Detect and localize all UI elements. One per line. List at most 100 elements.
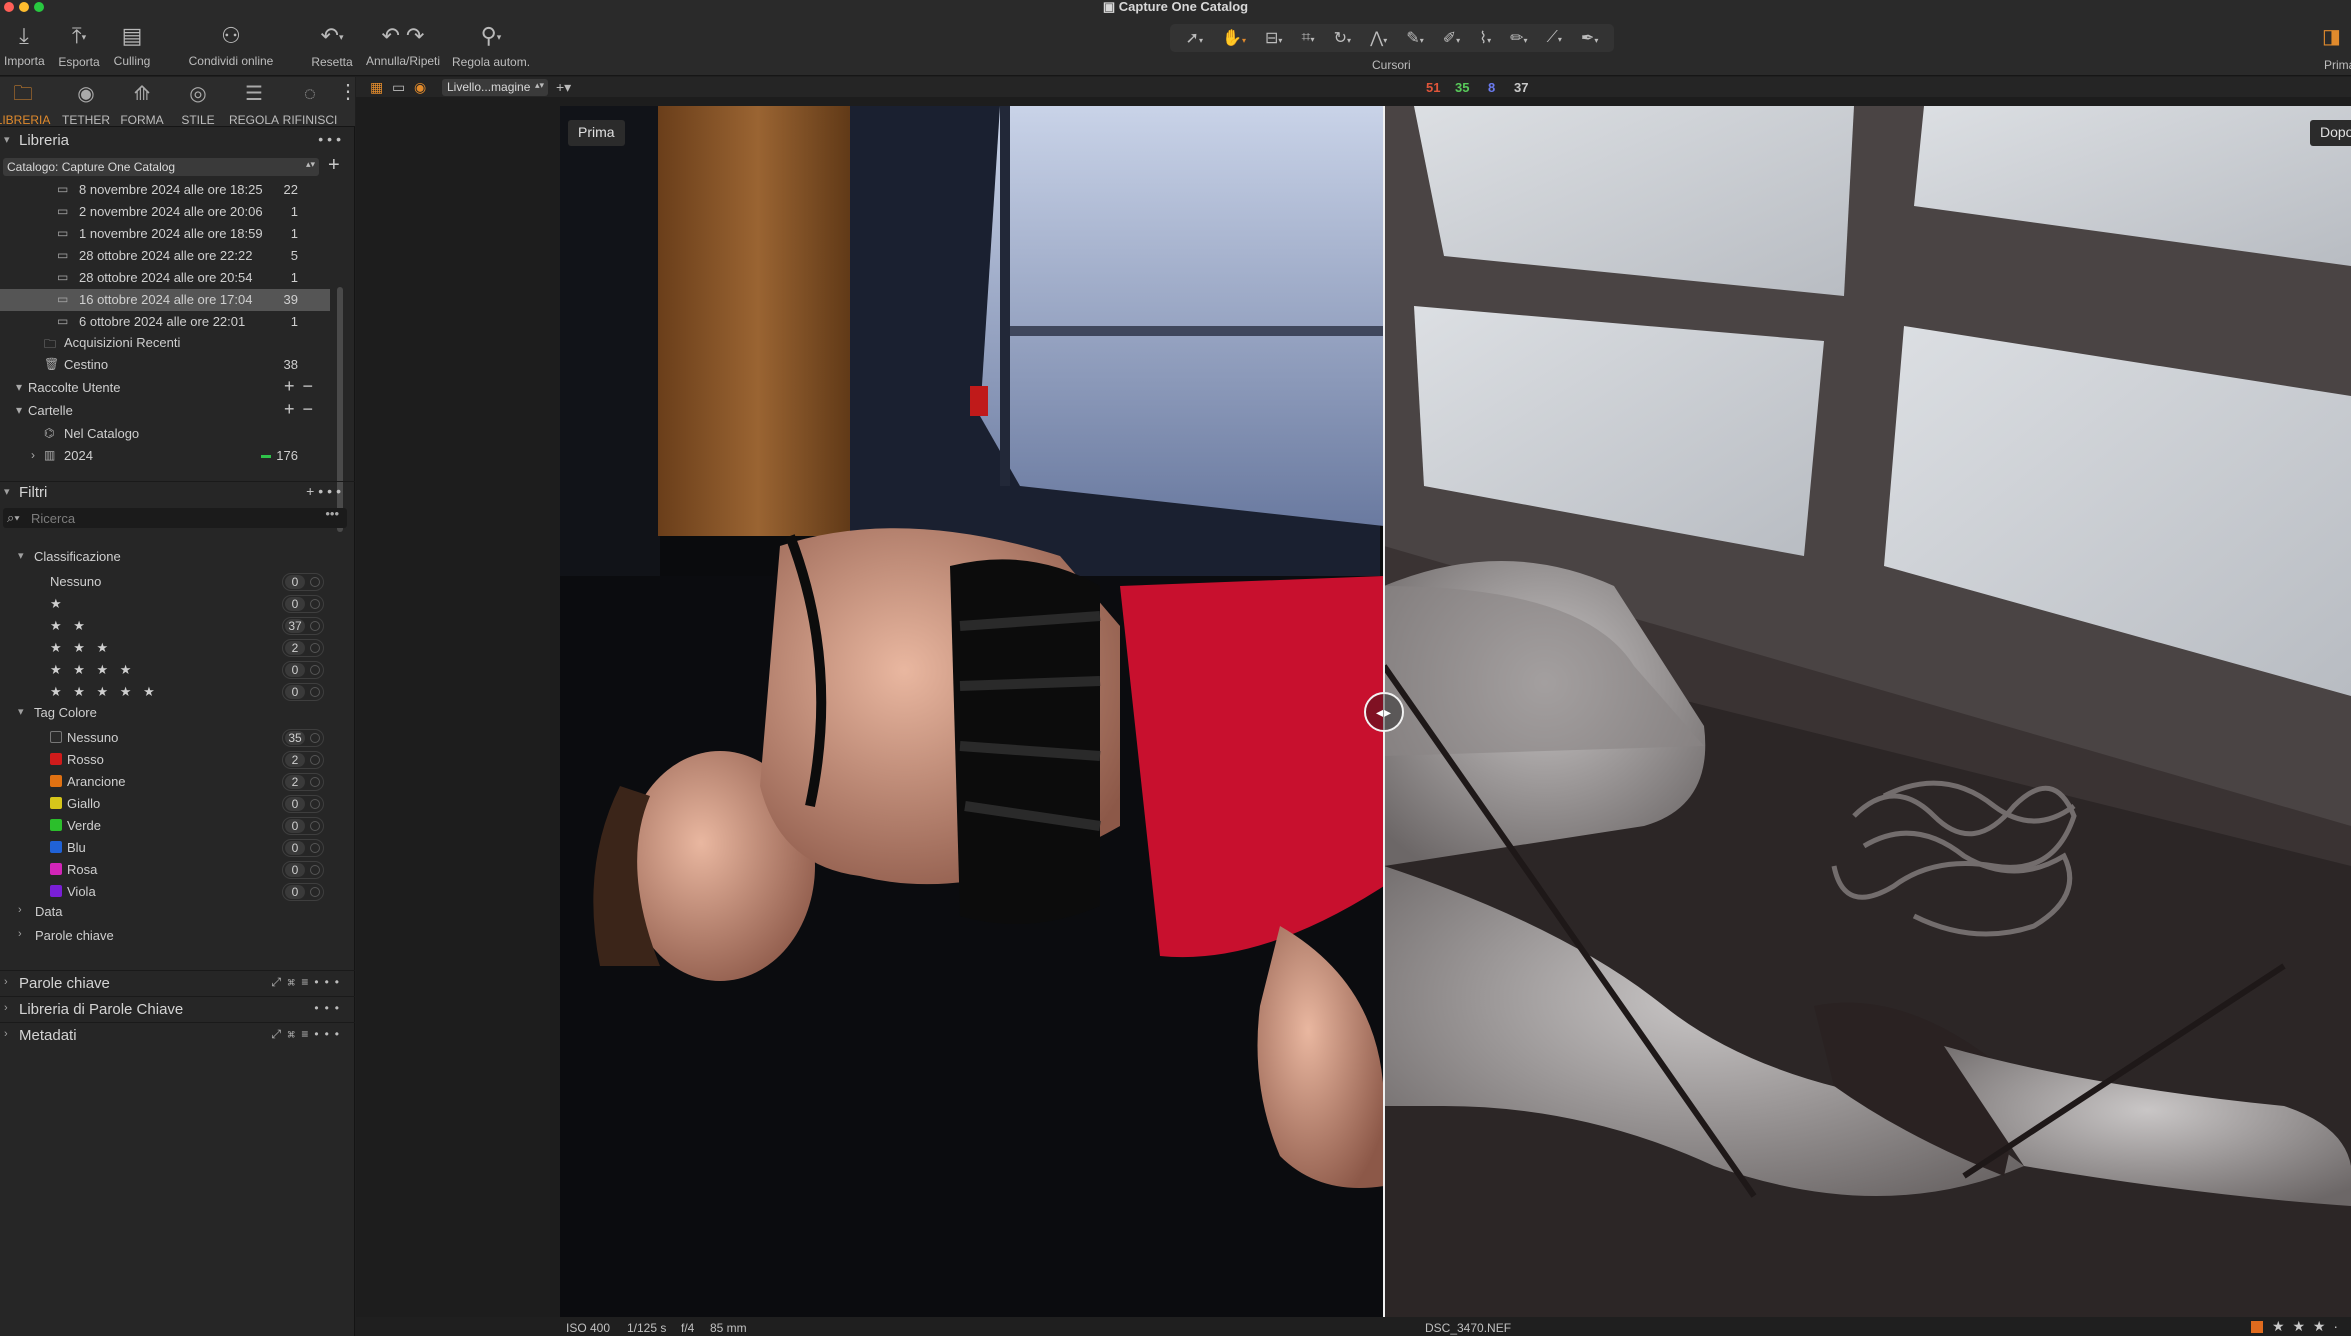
rating-filter[interactable]: ★ ★ ★ ★ ★ 0: [0, 681, 340, 703]
folder-2024[interactable]: › ▥ 2024 176: [0, 445, 330, 467]
more-icon[interactable]: •••: [318, 131, 345, 147]
annotate-cursor-icon[interactable]: ✒▾: [1581, 28, 1598, 48]
filters-panel-header[interactable]: ▾ Filtri +•••: [0, 481, 355, 503]
keywords-filter[interactable]: › Parole chiave: [0, 925, 340, 947]
filter-toggle[interactable]: [310, 687, 320, 697]
date-filter[interactable]: › Data: [0, 901, 340, 923]
brush-cursor-icon[interactable]: ⌇▾: [1479, 28, 1491, 48]
metadata-panel-header[interactable]: › Metadati ⤢⌘≡•••: [0, 1022, 355, 1048]
in-catalog[interactable]: ⌬ Nel Catalogo: [0, 423, 330, 445]
gradient-cursor-icon[interactable]: ⟋▾: [1547, 29, 1562, 47]
user-collections[interactable]: ▾ Raccolte Utente +−: [0, 376, 330, 399]
tab-rifinisci[interactable]: ◌ RIFINISCI: [282, 81, 338, 127]
trash-item[interactable]: 🗑 Cestino 38: [0, 354, 330, 376]
grid-view-icon[interactable]: ▦: [370, 79, 383, 96]
filter-toggle[interactable]: [310, 621, 320, 631]
pan-cursor-icon[interactable]: ✋▾: [1222, 28, 1246, 48]
color-filter[interactable]: Nessuno 35: [0, 727, 340, 749]
add-remove-icon[interactable]: +−: [284, 399, 321, 420]
filter-toggle[interactable]: [310, 755, 320, 765]
filter-toggle[interactable]: [310, 799, 320, 809]
panel-actions-icon[interactable]: ⤢⌘≡•••: [271, 975, 345, 990]
import-item[interactable]: ▭ 1 novembre 2024 alle ore 18:59 1: [0, 223, 330, 245]
auto-adjust-button[interactable]: ⚲▾ Regola autom.: [452, 22, 530, 69]
rating-filter[interactable]: ★ ★ 37: [0, 615, 340, 637]
culling-button[interactable]: ▤ Culling: [112, 22, 152, 68]
tab-libreria[interactable]: 🗀 LIBRERIA: [0, 81, 51, 127]
rating-filter[interactable]: Nessuno 0: [0, 571, 340, 593]
select-cursor-icon[interactable]: ➚▾: [1186, 28, 1203, 48]
chevron-right-icon[interactable]: ›: [18, 928, 22, 940]
rating-filter[interactable]: ★ 0: [0, 593, 340, 615]
picker-cursor-icon[interactable]: ✐▾: [1443, 28, 1460, 48]
tab-regola[interactable]: ☰ REGOLA: [226, 81, 282, 127]
filter-toggle[interactable]: [310, 577, 320, 587]
search-input[interactable]: [31, 509, 311, 527]
keystone-cursor-icon[interactable]: ⋀▾: [1370, 28, 1387, 48]
filter-toggle[interactable]: [310, 643, 320, 653]
color-filter[interactable]: Rosa 0: [0, 859, 340, 881]
import-item[interactable]: ▭ 6 ottobre 2024 alle ore 22:01 1: [0, 311, 330, 333]
filter-toggle[interactable]: [310, 599, 320, 609]
filter-toggle[interactable]: [310, 887, 320, 897]
chevron-down-icon[interactable]: ▾: [16, 403, 22, 417]
split-handle-icon[interactable]: ◂▸: [1364, 692, 1404, 732]
color-tag-badge[interactable]: [2251, 1321, 2263, 1333]
keywords-panel-header[interactable]: › Parole chiave ⤢⌘≡•••: [0, 970, 355, 996]
export-button[interactable]: ⤒▾ Esporta: [56, 22, 102, 69]
before-after-icon[interactable]: ◨: [2322, 24, 2341, 49]
color-filter[interactable]: Verde 0: [0, 815, 340, 837]
filter-toggle[interactable]: [310, 733, 320, 743]
rating-filter[interactable]: ★ ★ ★ ★ 0: [0, 659, 340, 681]
filter-search[interactable]: ⌕▾ •••: [3, 506, 347, 528]
tab-forma[interactable]: ⟰ FORMA: [114, 81, 170, 127]
add-filter-icon[interactable]: +•••: [306, 483, 345, 499]
filter-toggle[interactable]: [310, 843, 320, 853]
library-panel-header[interactable]: ▾ Libreria •••: [0, 130, 355, 152]
loupe-cursor-icon[interactable]: ⊟▾: [1265, 28, 1282, 48]
import-item[interactable]: ▭ 28 ottobre 2024 alle ore 20:54 1: [0, 267, 330, 289]
filter-toggle[interactable]: [310, 865, 320, 875]
filter-toggle[interactable]: [310, 821, 320, 831]
photo-canvas[interactable]: ◂▸ Prima Dopo: [560, 106, 2351, 1317]
layer-select[interactable]: Livello...magine ▴▾: [442, 79, 548, 96]
color-filter[interactable]: Giallo 0: [0, 793, 340, 815]
import-button[interactable]: ⤓ Importa: [4, 22, 45, 68]
spot-removal-cursor-icon[interactable]: ✎▾: [1406, 28, 1423, 48]
preview-eye-icon[interactable]: ◉: [414, 79, 426, 96]
crop-cursor-icon[interactable]: ⌗▾: [1302, 29, 1315, 47]
add-catalog-icon[interactable]: +: [328, 154, 340, 177]
chevron-right-icon[interactable]: ›: [18, 904, 22, 916]
import-item[interactable]: ▭ 16 ottobre 2024 alle ore 17:04 39: [0, 289, 330, 311]
rating-stars[interactable]: ★ ★ ★ ·: [2272, 1318, 2340, 1335]
color-filter[interactable]: Rosso 2: [0, 749, 340, 771]
tab-stile[interactable]: ◎ STILE: [170, 81, 226, 127]
import-item[interactable]: ▭ 2 novembre 2024 alle ore 20:06 1: [0, 201, 330, 223]
import-item[interactable]: ▭ 8 novembre 2024 alle ore 18:25 22: [0, 179, 330, 201]
more-icon[interactable]: •••: [314, 1001, 345, 1015]
rating-filter[interactable]: ★ ★ ★ 2: [0, 637, 340, 659]
search-options-icon[interactable]: •••: [325, 506, 339, 521]
import-item[interactable]: ▭ 28 ottobre 2024 alle ore 22:22 5: [0, 245, 330, 267]
reset-button[interactable]: ↶▾ Resetta: [310, 22, 354, 69]
filter-toggle[interactable]: [310, 665, 320, 675]
chevron-down-icon[interactable]: ▾: [18, 549, 24, 562]
catalog-select[interactable]: Catalogo: Capture One Catalog ▴▾: [3, 158, 319, 176]
recent-captures[interactable]: 🗀 Acquisizioni Recenti: [0, 332, 330, 354]
share-online-button[interactable]: ⚇ Condividi online: [186, 22, 276, 68]
erase-cursor-icon[interactable]: ✏▾: [1510, 28, 1527, 48]
color-filter[interactable]: Viola 0: [0, 881, 340, 903]
tab-tether[interactable]: ◉ TETHER: [58, 81, 114, 127]
panel-actions-icon[interactable]: ⤢⌘≡•••: [271, 1027, 345, 1042]
rotate-cursor-icon[interactable]: ↻▾: [1334, 28, 1351, 48]
chevron-down-icon[interactable]: ▾: [16, 380, 22, 394]
chevron-right-icon[interactable]: ›: [31, 448, 35, 462]
single-view-icon[interactable]: ▭: [392, 79, 405, 96]
chevron-down-icon[interactable]: ▾: [18, 705, 24, 718]
folders-section[interactable]: ▾ Cartelle +−: [0, 399, 330, 422]
rating-section[interactable]: ▾ Classificazione: [0, 546, 340, 568]
color-tag-section[interactable]: ▾ Tag Colore: [0, 702, 340, 724]
keyword-library-panel-header[interactable]: › Libreria di Parole Chiave •••: [0, 996, 355, 1022]
more-vertical-icon[interactable]: ⋮: [338, 82, 358, 102]
color-filter[interactable]: Blu 0: [0, 837, 340, 859]
